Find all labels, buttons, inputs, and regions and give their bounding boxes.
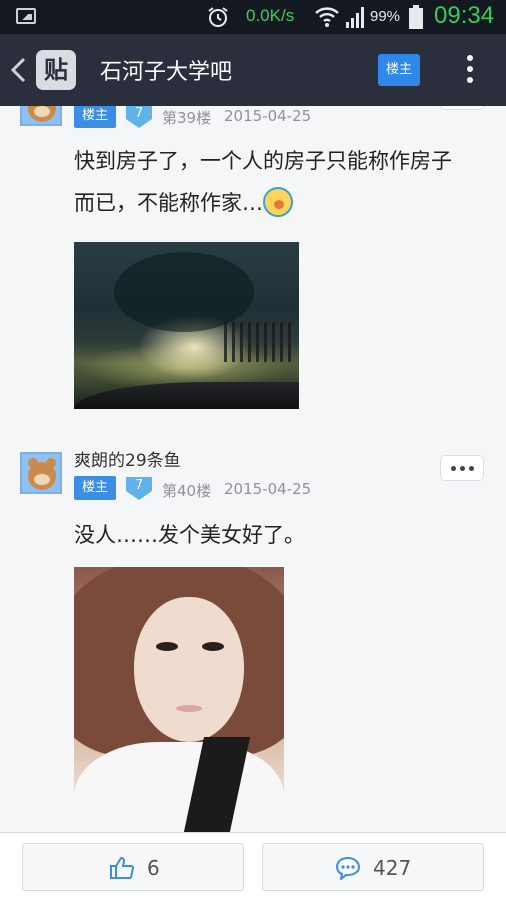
battery-icon (409, 5, 423, 29)
more-options-icon[interactable] (458, 52, 482, 88)
floor-number: 第40楼 (162, 482, 212, 500)
network-speed: 0.0K/s (246, 6, 295, 25)
like-count: 6 (147, 856, 160, 880)
post-text: 没人……发个美女好了。 (74, 523, 305, 547)
username[interactable]: 爽朗的29条鱼 (74, 446, 181, 471)
title-bar: 贴 石河子大学吧 楼主 (0, 34, 506, 106)
comment-button[interactable]: 427 (262, 843, 484, 891)
comment-bubble-icon (335, 856, 361, 880)
comment-count: 427 (373, 856, 412, 880)
thread-content: 楼主 7 第39楼 2015-04-25 快到房子了，一个人的房子只能称作房子 … (0, 106, 506, 832)
post-date: 2015-04-25 (224, 480, 312, 498)
floor-number: 第39楼 (162, 109, 212, 127)
battery-percent: 99% (370, 8, 401, 25)
status-bar: 0.0K/s 99% 09:34 (0, 0, 506, 34)
level-badge: 7 (124, 106, 154, 129)
surprised-emoji-icon (263, 187, 293, 217)
bottom-action-bar: 6 427 (0, 832, 506, 900)
owner-badge: 楼主 (74, 106, 116, 128)
signal-strength-icon (346, 7, 364, 28)
owner-only-button[interactable]: 楼主 (378, 54, 420, 86)
like-button[interactable]: 6 (22, 843, 244, 891)
post-menu-button[interactable] (440, 455, 484, 481)
post-text: 快到房子了，一个人的房子只能称作房子 而已，不能称作家… (74, 149, 452, 217)
avatar[interactable] (20, 452, 62, 494)
level-badge: 7 (124, 475, 154, 501)
alarm-clock-icon (208, 7, 228, 27)
back-arrow-icon[interactable] (8, 56, 30, 84)
post-image-portrait[interactable] (74, 567, 284, 832)
page-title: 石河子大学吧 (100, 60, 233, 85)
tieba-logo: 贴 (36, 50, 76, 90)
owner-badge: 楼主 (74, 476, 116, 500)
status-time: 09:34 (434, 2, 495, 29)
post-image-night-street[interactable] (74, 242, 299, 409)
gallery-icon (16, 8, 36, 24)
avatar[interactable] (20, 106, 62, 126)
thumbs-up-icon (110, 856, 135, 879)
post-menu-button[interactable] (440, 106, 484, 110)
wifi-icon (315, 7, 339, 27)
post-date: 2015-04-25 (224, 107, 312, 125)
